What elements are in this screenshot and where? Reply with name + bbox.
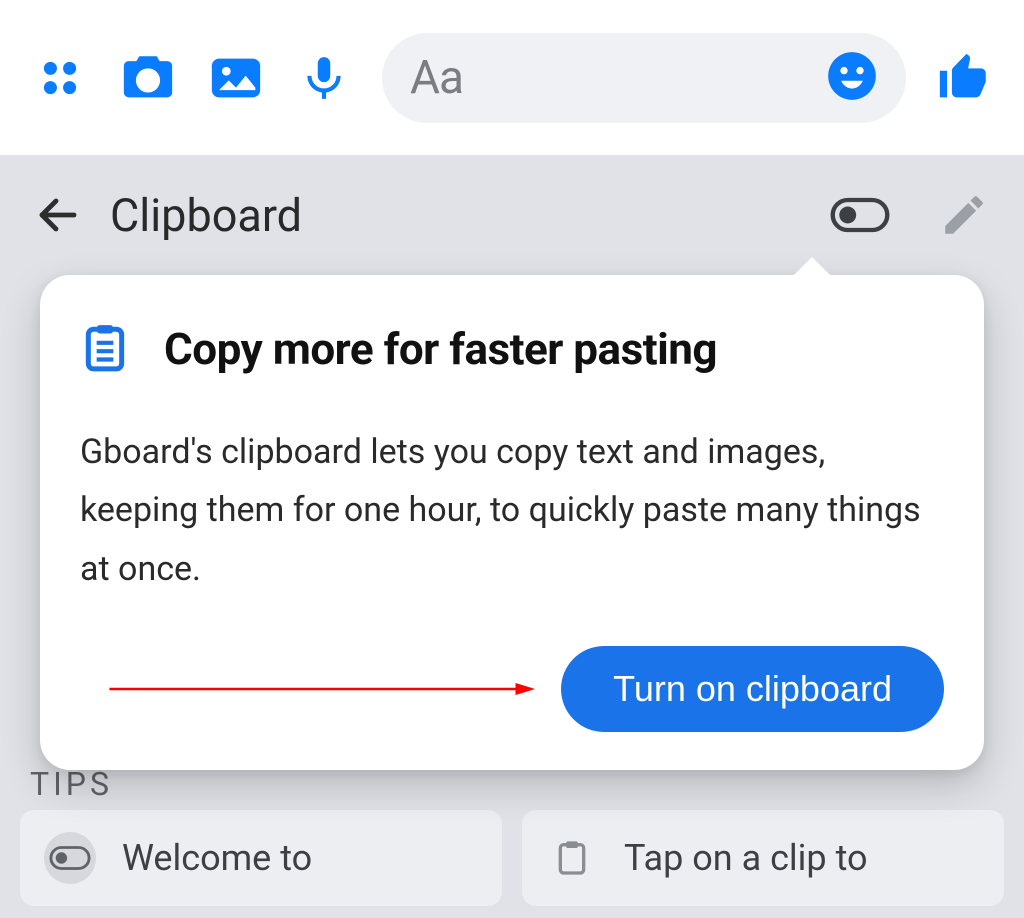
clipboard-toggle[interactable] xyxy=(830,185,890,245)
tip-text: Welcome to xyxy=(122,837,312,879)
clipboard-header: Clipboard xyxy=(0,170,1024,260)
toggle-off-icon xyxy=(44,832,96,884)
thumbs-up-icon[interactable] xyxy=(934,48,994,108)
popover-description: Gboard's clipboard lets you copy text an… xyxy=(80,423,944,598)
apps-icon[interactable] xyxy=(30,48,90,108)
microphone-icon[interactable] xyxy=(294,48,354,108)
gallery-icon[interactable] xyxy=(206,48,266,108)
tip-card[interactable]: Welcome to xyxy=(20,810,502,906)
edit-button[interactable] xyxy=(934,185,994,245)
clipboard-onboarding-popover: Copy more for faster pasting Gboard's cl… xyxy=(40,275,984,770)
message-input[interactable]: Aa xyxy=(382,33,906,123)
clipboard-title: Clipboard xyxy=(110,189,796,242)
popover-header: Copy more for faster pasting xyxy=(80,319,944,379)
emoji-icon[interactable] xyxy=(826,50,878,106)
turn-on-clipboard-button[interactable]: Turn on clipboard xyxy=(561,646,944,732)
camera-icon[interactable] xyxy=(118,48,178,108)
clipboard-icon xyxy=(80,319,130,379)
tips-section-label: TIPS xyxy=(30,765,113,803)
tip-card[interactable]: Tap on a clip to xyxy=(522,810,1004,906)
annotation-arrow-icon xyxy=(80,679,561,699)
tips-row: Welcome to Tap on a clip to xyxy=(20,810,1004,906)
keyboard-clipboard-panel: Clipboard TIPS Welcome to Tap on a clip … xyxy=(0,155,1024,918)
tip-text: Tap on a clip to xyxy=(624,837,868,879)
clipboard-small-icon xyxy=(546,832,598,884)
popover-action-row: Turn on clipboard xyxy=(80,646,944,732)
popover-title: Copy more for faster pasting xyxy=(164,323,717,375)
chat-toolbar: Aa xyxy=(0,0,1024,155)
message-placeholder: Aa xyxy=(410,51,810,105)
back-button[interactable] xyxy=(30,187,86,243)
